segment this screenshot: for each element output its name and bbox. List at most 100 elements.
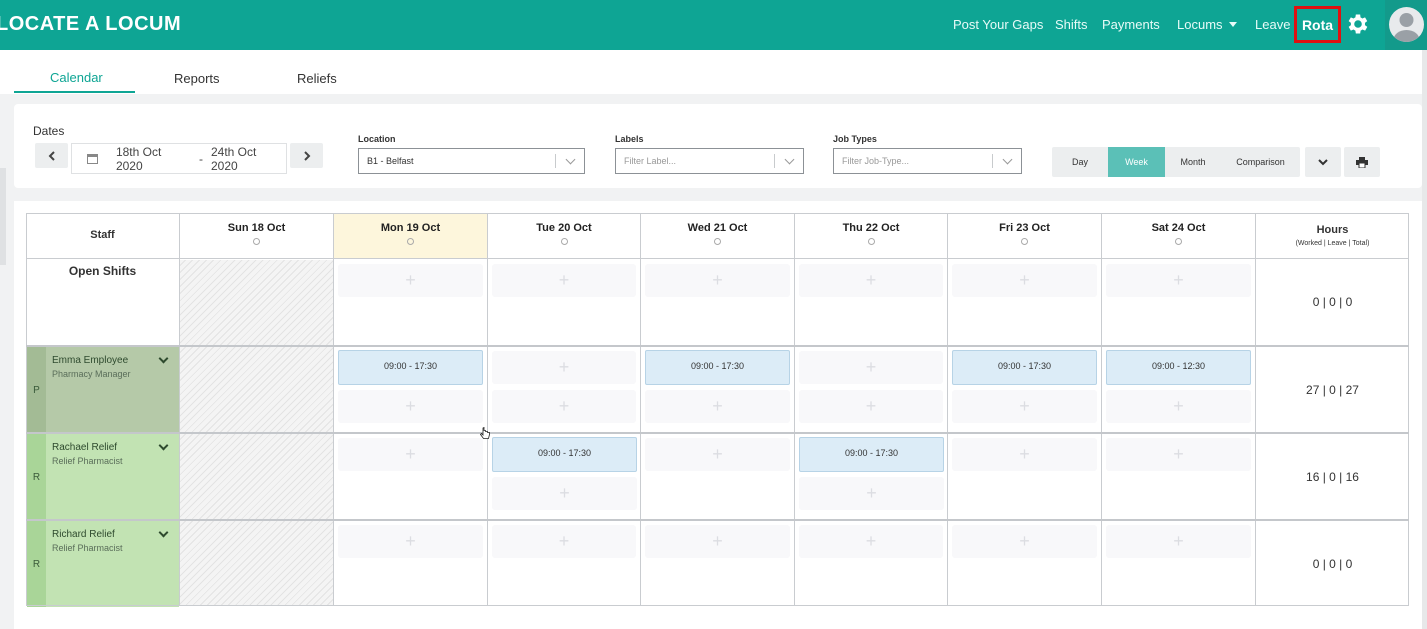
labels-select[interactable]: Filter Label... (615, 148, 804, 174)
chevron-down-icon (1318, 158, 1328, 165)
add-shift-slot[interactable]: + (952, 390, 1097, 423)
add-shift-slot[interactable]: + (338, 390, 483, 423)
date-range-picker[interactable]: 18th Oct 2020 - 24th Oct 2020 (71, 143, 287, 174)
shift-block[interactable]: 09:00 - 17:30 (492, 437, 637, 472)
chevron-right-icon (303, 150, 310, 161)
nav-post-your-gaps[interactable]: Post Your Gaps (953, 17, 1043, 32)
shift-block[interactable]: 09:00 - 17:30 (645, 350, 790, 385)
add-shift-slot[interactable]: + (799, 525, 943, 558)
chevron-down-icon (784, 154, 795, 165)
job-types-label: Job Types (833, 134, 877, 144)
add-shift-slot[interactable]: + (492, 351, 636, 384)
day-header-fri[interactable]: Fri 23 Oct (948, 222, 1101, 245)
shift-block[interactable]: 09:00 - 17:30 (799, 437, 944, 472)
nav-locums-label: Locums (1177, 17, 1223, 32)
grid-divider (487, 213, 488, 606)
add-shift-slot[interactable]: + (492, 390, 636, 423)
add-shift-slot[interactable]: + (492, 264, 636, 297)
add-shift-slot[interactable]: + (645, 390, 790, 423)
add-shift-slot[interactable]: + (492, 525, 636, 558)
add-shift-slot[interactable]: + (799, 351, 943, 384)
tab-calendar[interactable]: Calendar (50, 70, 103, 85)
nav-locums[interactable]: Locums (1177, 17, 1237, 32)
view-comparison-button[interactable]: Comparison (1221, 147, 1300, 177)
next-week-button[interactable] (290, 143, 323, 168)
add-shift-slot[interactable]: + (799, 264, 943, 297)
hours-column-header: Hours (Worked | Leave | Total) (1256, 224, 1409, 247)
hours-subtitle: (Worked | Leave | Total) (1295, 240, 1370, 247)
add-shift-slot[interactable]: + (1106, 525, 1251, 558)
day-header-sun[interactable]: Sun 18 Oct (180, 222, 333, 245)
view-month-button[interactable]: Month (1165, 147, 1221, 177)
add-circle-icon (1021, 238, 1028, 245)
add-shift-slot[interactable]: + (645, 264, 790, 297)
tab-reliefs[interactable]: Reliefs (297, 71, 337, 86)
chevron-down-icon (565, 154, 576, 165)
grid-divider (26, 519, 1409, 521)
select-divider (555, 154, 556, 168)
add-shift-slot[interactable]: + (492, 477, 637, 510)
add-shift-slot[interactable]: + (1106, 390, 1251, 423)
open-shifts-hours: 0 | 0 | 0 (1312, 295, 1353, 309)
add-shift-slot[interactable]: + (645, 438, 790, 471)
date-start: 18th Oct 2020 (115, 144, 162, 173)
scrollbar-track[interactable] (1422, 50, 1427, 629)
nav-leave[interactable]: Leave (1255, 17, 1290, 32)
prev-week-button[interactable] (35, 143, 68, 168)
labels-label: Labels (615, 134, 644, 144)
day-header-mon[interactable]: Mon 19 Oct (334, 222, 487, 245)
shift-block[interactable]: 09:00 - 12:30 (1106, 350, 1251, 385)
add-shift-slot[interactable]: + (952, 525, 1097, 558)
location-select[interactable]: B1 - Belfast (358, 148, 585, 174)
shift-block[interactable]: 09:00 - 17:30 (338, 350, 483, 385)
shift-block[interactable]: 09:00 - 17:30 (952, 350, 1097, 385)
day-header-sat[interactable]: Sat 24 Oct (1102, 222, 1255, 245)
day-header-thu[interactable]: Thu 22 Oct (795, 222, 947, 245)
staff-hours: 16 | 0 | 16 (1306, 470, 1359, 484)
add-circle-icon (867, 238, 875, 245)
job-types-select[interactable]: Filter Job-Type... (833, 148, 1022, 174)
tab-reports[interactable]: Reports (174, 71, 220, 86)
day-header-wed[interactable]: Wed 21 Oct (641, 222, 794, 245)
job-types-placeholder: Filter Job-Type... (842, 156, 910, 166)
staff-hours: 27 | 0 | 27 (1306, 383, 1359, 397)
add-shift-slot[interactable]: + (645, 525, 790, 558)
print-button[interactable] (1344, 147, 1380, 177)
day-label: Tue 20 Oct (536, 222, 592, 234)
add-shift-slot[interactable]: + (1106, 264, 1251, 297)
staff-column-header: Staff (90, 229, 115, 241)
add-circle-icon (1175, 238, 1182, 245)
more-options-button[interactable] (1305, 147, 1341, 177)
chevron-down-icon (1002, 154, 1013, 165)
grid-divider (794, 213, 795, 606)
calendar-icon (87, 153, 98, 164)
add-shift-slot[interactable]: + (338, 264, 483, 297)
date-separator: - (198, 151, 203, 166)
hand-cursor-icon (480, 427, 490, 439)
add-circle-icon (560, 238, 568, 245)
gear-icon[interactable] (1345, 11, 1371, 37)
day-header-tue[interactable]: Tue 20 Oct (488, 222, 640, 245)
location-value: B1 - Belfast (367, 156, 414, 166)
add-shift-slot[interactable]: + (799, 390, 943, 423)
view-week-button[interactable]: Week (1108, 147, 1165, 177)
view-day-button[interactable]: Day (1052, 147, 1108, 177)
add-circle-icon (407, 238, 414, 245)
user-avatar-icon[interactable] (1389, 7, 1424, 42)
add-shift-slot[interactable]: + (1106, 438, 1251, 471)
dates-label: Dates (33, 124, 65, 138)
grid-divider (179, 213, 180, 606)
day-label: Fri 23 Oct (999, 222, 1050, 234)
add-shift-slot[interactable]: + (952, 264, 1097, 297)
add-shift-slot[interactable]: + (338, 438, 483, 471)
nav-payments[interactable]: Payments (1102, 17, 1160, 32)
grid-divider (1101, 213, 1102, 606)
nav-shifts[interactable]: Shifts (1055, 17, 1088, 32)
brand-logo[interactable]: LOCATE A LOCUM (0, 13, 181, 36)
add-shift-slot[interactable]: + (952, 438, 1097, 471)
grid-divider (26, 432, 1409, 434)
nav-rota[interactable]: Rota (1294, 6, 1341, 43)
labels-placeholder: Filter Label... (624, 156, 677, 166)
add-shift-slot[interactable]: + (799, 477, 944, 510)
add-shift-slot[interactable]: + (338, 525, 483, 558)
